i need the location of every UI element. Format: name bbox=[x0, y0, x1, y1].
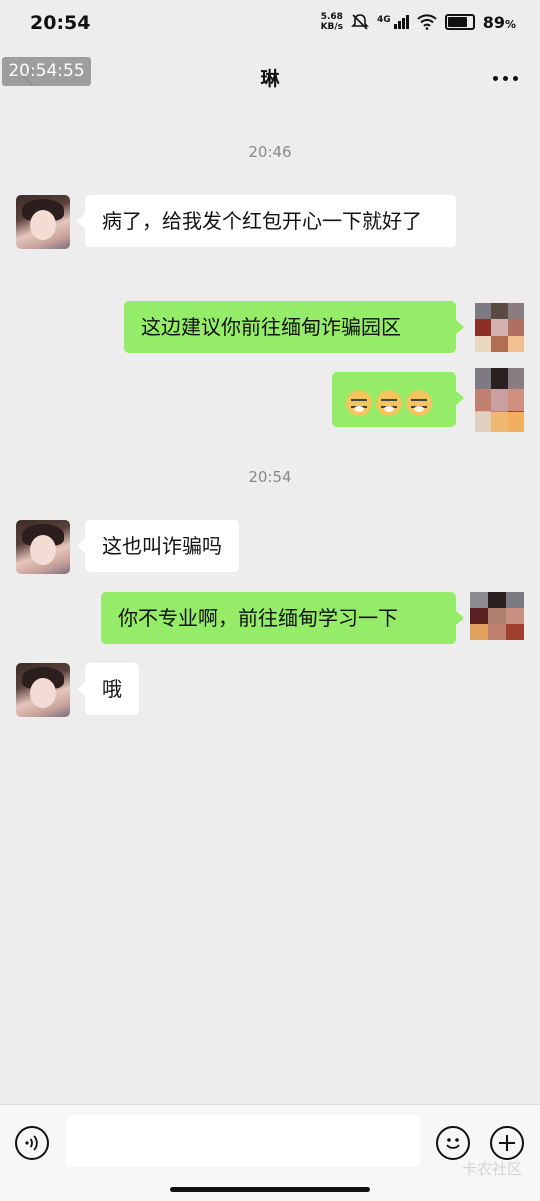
contact-avatar[interactable] bbox=[16, 520, 70, 574]
time-separator: 20:54 bbox=[248, 468, 292, 486]
battery-percent: 89% bbox=[483, 13, 516, 32]
battery-value: 89 bbox=[482, 12, 505, 32]
bell-muted-icon bbox=[351, 14, 369, 30]
signal-icon: 4G bbox=[377, 15, 409, 29]
chat-title: 琳 bbox=[260, 68, 280, 90]
message-bubble-outgoing[interactable]: 你不专业啊，前往缅甸学习一下 bbox=[101, 592, 464, 644]
more-functions-button[interactable] bbox=[490, 1126, 524, 1160]
emoji-button[interactable] bbox=[436, 1126, 470, 1160]
network-speed-value: 5.68 bbox=[320, 12, 343, 22]
watermark: 卡农社区 bbox=[461, 1160, 522, 1178]
message-bubble-outgoing[interactable]: 这边建议你前往缅甸诈骗园区 bbox=[124, 301, 464, 353]
battery-fill bbox=[447, 17, 468, 27]
smiley-icon bbox=[446, 1138, 460, 1149]
contact-avatar[interactable] bbox=[16, 195, 70, 249]
battery-icon bbox=[444, 14, 475, 30]
signal-label: 4G bbox=[377, 15, 391, 25]
doge-icon bbox=[376, 389, 402, 416]
network-speed-unit: KB/s bbox=[320, 22, 344, 32]
self-avatar-mosaic-bottom bbox=[475, 412, 524, 432]
message-bubble-outgoing-emoji[interactable] bbox=[332, 372, 464, 427]
time-separator: 20:46 bbox=[248, 143, 292, 161]
message-input[interactable] bbox=[66, 1115, 420, 1167]
self-avatar[interactable] bbox=[470, 592, 524, 640]
message-bubble-incoming[interactable]: 这也叫诈骗吗 bbox=[77, 520, 239, 572]
status-time: 20:54 bbox=[30, 12, 91, 34]
battery-unit: % bbox=[504, 17, 516, 31]
status-icons: 5.68 KB/s 4G 89% bbox=[321, 12, 516, 32]
self-avatar[interactable] bbox=[475, 303, 524, 352]
message-bubble-incoming[interactable]: 哦 bbox=[77, 663, 139, 715]
voice-icon bbox=[25, 1135, 38, 1151]
voice-button[interactable] bbox=[15, 1126, 49, 1160]
message-bubble-incoming[interactable]: 病了，给我发个红包开心一下就好了 bbox=[77, 195, 456, 247]
network-speed: 5.68 KB/s bbox=[321, 12, 343, 32]
doge-icon bbox=[346, 389, 372, 416]
contact-avatar[interactable] bbox=[16, 663, 70, 717]
home-indicator[interactable] bbox=[170, 1187, 370, 1192]
plus-icon bbox=[499, 1135, 515, 1151]
doge-icon bbox=[406, 389, 432, 416]
wifi-icon bbox=[417, 14, 437, 30]
more-options-icon[interactable] bbox=[493, 76, 518, 81]
status-bar: 20:54 5.68 KB/s 4G 89% bbox=[0, 0, 540, 50]
